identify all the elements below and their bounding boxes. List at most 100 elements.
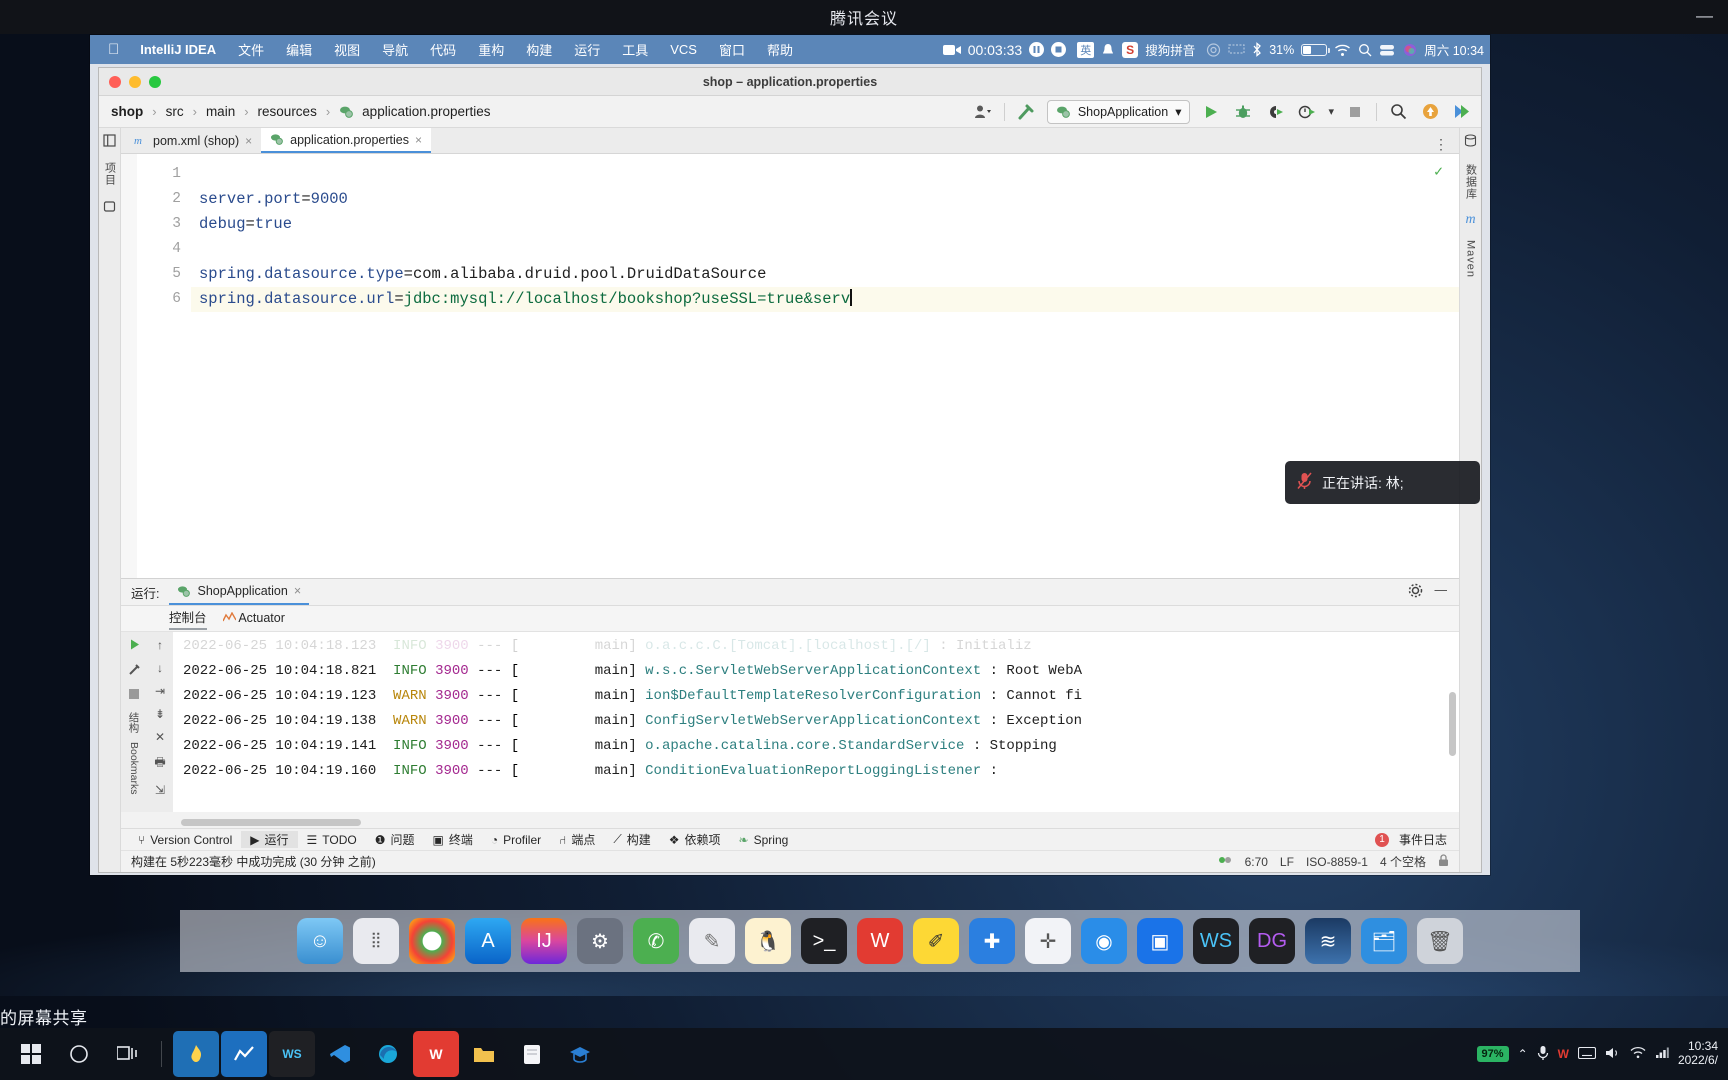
menu-item-run[interactable]: 运行 <box>563 40 611 59</box>
menu-item-refactor[interactable]: 重构 <box>467 40 515 59</box>
close-tab-icon[interactable]: × <box>415 133 422 147</box>
indent-setting[interactable]: 4 个空格 <box>1380 853 1426 870</box>
dock-item-pencil[interactable]: ✎ <box>689 918 735 964</box>
flame-icon[interactable] <box>173 1031 219 1077</box>
breadcrumb-item-resources[interactable]: resources <box>254 104 321 119</box>
dock-item-launchpad[interactable]: ⦙⦙ <box>353 918 399 964</box>
control-center-icon[interactable] <box>1379 43 1396 57</box>
dock-item-appstore[interactable]: A <box>465 918 511 964</box>
minimize-window-button[interactable] <box>129 75 141 88</box>
scroll-down-icon[interactable]: ↓ <box>157 661 163 675</box>
inspection-status-icon[interactable]: ✓ <box>1434 162 1443 181</box>
maven-icon[interactable]: m <box>1465 212 1475 228</box>
menu-app-name[interactable]: IntelliJ IDEA <box>129 42 227 57</box>
dock-item-webstorm[interactable]: WS <box>1193 918 1239 964</box>
dock-item-chrome[interactable] <box>409 918 455 964</box>
stop-icon[interactable] <box>1051 42 1067 57</box>
debug-button[interactable] <box>1232 101 1254 123</box>
vscode-icon[interactable] <box>317 1031 363 1077</box>
stop-process-icon[interactable] <box>128 688 140 703</box>
bluetooth-icon[interactable] <box>1252 42 1262 57</box>
dock-item-files[interactable]: 🗂 <box>1361 918 1407 964</box>
folder-icon[interactable] <box>461 1031 507 1077</box>
database-view-icon[interactable] <box>1464 134 1477 152</box>
search-circle-icon[interactable] <box>56 1031 102 1077</box>
maximize-window-button[interactable] <box>149 75 161 88</box>
dock-item-sketch[interactable]: ✐ <box>913 918 959 964</box>
task-view-icon[interactable] <box>104 1031 150 1077</box>
commit-icon[interactable] <box>103 200 116 218</box>
dock-item-intellij[interactable]: IJ <box>521 918 567 964</box>
statusbar-todo[interactable]: ☰ TODO <box>298 833 366 847</box>
run-with-coverage-button[interactable] <box>1264 101 1286 123</box>
scroll-up-icon[interactable]: ↑ <box>157 638 163 652</box>
wifi-icon[interactable] <box>1334 43 1351 57</box>
caret-position[interactable]: 6:70 <box>1245 855 1268 869</box>
dock-item-xcode[interactable]: ✚ <box>969 918 1015 964</box>
structure-rail-label[interactable]: 结构 <box>127 712 142 733</box>
user-account-icon[interactable] <box>972 101 994 123</box>
close-tab-icon[interactable]: × <box>245 134 252 148</box>
wps-icon[interactable]: W <box>413 1031 459 1077</box>
minimize-button[interactable]: — <box>1696 6 1714 26</box>
chevron-up-icon[interactable]: ⌃ <box>1518 1047 1528 1061</box>
dock-item-datagrip[interactable]: DG <box>1249 918 1295 964</box>
console-output[interactable]: 2022-06-25 10:04:18.123 INFO 3900 --- [ … <box>173 632 1459 812</box>
menu-item-edit[interactable]: 编辑 <box>275 40 323 59</box>
battery-icon[interactable] <box>1301 43 1331 56</box>
webstorm-icon[interactable]: WS <box>269 1031 315 1077</box>
wifi-icon[interactable] <box>1630 1046 1646 1062</box>
siri-icon[interactable] <box>1403 43 1417 57</box>
profile-button[interactable] <box>1296 101 1318 123</box>
scroll-to-end-icon[interactable]: ⇟ <box>155 707 165 721</box>
mic-icon[interactable] <box>1537 1045 1549 1064</box>
breadcrumb-item-file[interactable]: application.properties <box>358 104 494 119</box>
note-icon[interactable] <box>509 1031 555 1077</box>
breadcrumb-item-main[interactable]: main <box>202 104 239 119</box>
chevron-down-icon[interactable]: ▾ <box>1328 105 1334 118</box>
update-project-icon[interactable] <box>1419 101 1441 123</box>
editor-area[interactable]: 1 2 3 4 5 6 server.port=9000 debug=true <box>121 154 1459 578</box>
statusbar-build[interactable]: ⟋ 构建 <box>604 831 659 848</box>
subtab-console[interactable]: 控制台 <box>169 607 207 630</box>
print-icon[interactable]: 🖶 <box>154 753 165 774</box>
dock-item-wechat[interactable]: ✆ <box>633 918 679 964</box>
dock-item-word[interactable]: W <box>857 918 903 964</box>
apple-logo-icon[interactable]:  <box>104 41 129 58</box>
taskbar-clock[interactable]: 10:34 2022/6/ <box>1678 1039 1718 1068</box>
settings-wrench-icon[interactable] <box>128 663 141 679</box>
menu-item-code[interactable]: 代码 <box>419 40 467 59</box>
statusbar-dependencies[interactable]: ❖ 依赖项 <box>660 831 730 848</box>
close-window-button[interactable] <box>109 75 121 88</box>
dock-item-terminal[interactable]: >_ <box>801 918 847 964</box>
ide-assistant-icon[interactable] <box>1451 101 1473 123</box>
statusbar-problems[interactable]: ❶ 问题 <box>366 831 424 848</box>
edge-icon[interactable] <box>365 1031 411 1077</box>
bell-icon[interactable] <box>1101 43 1115 57</box>
statusbar-profiler[interactable]: ◔ Profiler <box>482 833 550 847</box>
project-view-icon[interactable] <box>103 134 116 152</box>
chart-icon[interactable] <box>221 1031 267 1077</box>
bookmarks-rail-label[interactable]: Bookmarks <box>128 742 140 795</box>
editor-tab-overflow-button[interactable]: ⋮ <box>1434 136 1459 153</box>
mac-clock[interactable]: 周六 10:34 <box>1424 40 1484 59</box>
inspection-icon[interactable] <box>1218 854 1233 870</box>
menu-item-view[interactable]: 视图 <box>323 40 371 59</box>
search-everywhere-icon[interactable] <box>1387 101 1409 123</box>
start-icon[interactable] <box>8 1031 54 1077</box>
run-tab-shopapplication[interactable]: ShopApplication × <box>169 579 310 605</box>
search-icon[interactable] <box>1358 43 1372 57</box>
close-run-tab-icon[interactable]: × <box>294 584 301 598</box>
rerun-icon[interactable] <box>128 638 141 654</box>
network-icon[interactable] <box>1655 1046 1669 1062</box>
project-rail-label[interactable]: 项目 <box>102 162 118 186</box>
dock-item-settings[interactable]: ⚙ <box>577 918 623 964</box>
soft-wrap-icon[interactable]: ⇥ <box>155 684 165 698</box>
editor-tab-application-properties[interactable]: application.properties × <box>261 128 431 153</box>
minimize-icon[interactable]: — <box>1435 583 1448 601</box>
gear-icon[interactable] <box>1408 583 1423 601</box>
console-vertical-scrollbar[interactable] <box>1449 692 1456 756</box>
stop-button[interactable] <box>1344 101 1366 123</box>
statusbar-endpoints[interactable]: ⑁ 端点 <box>550 831 604 848</box>
file-encoding[interactable]: ISO-8859-1 <box>1306 855 1368 869</box>
